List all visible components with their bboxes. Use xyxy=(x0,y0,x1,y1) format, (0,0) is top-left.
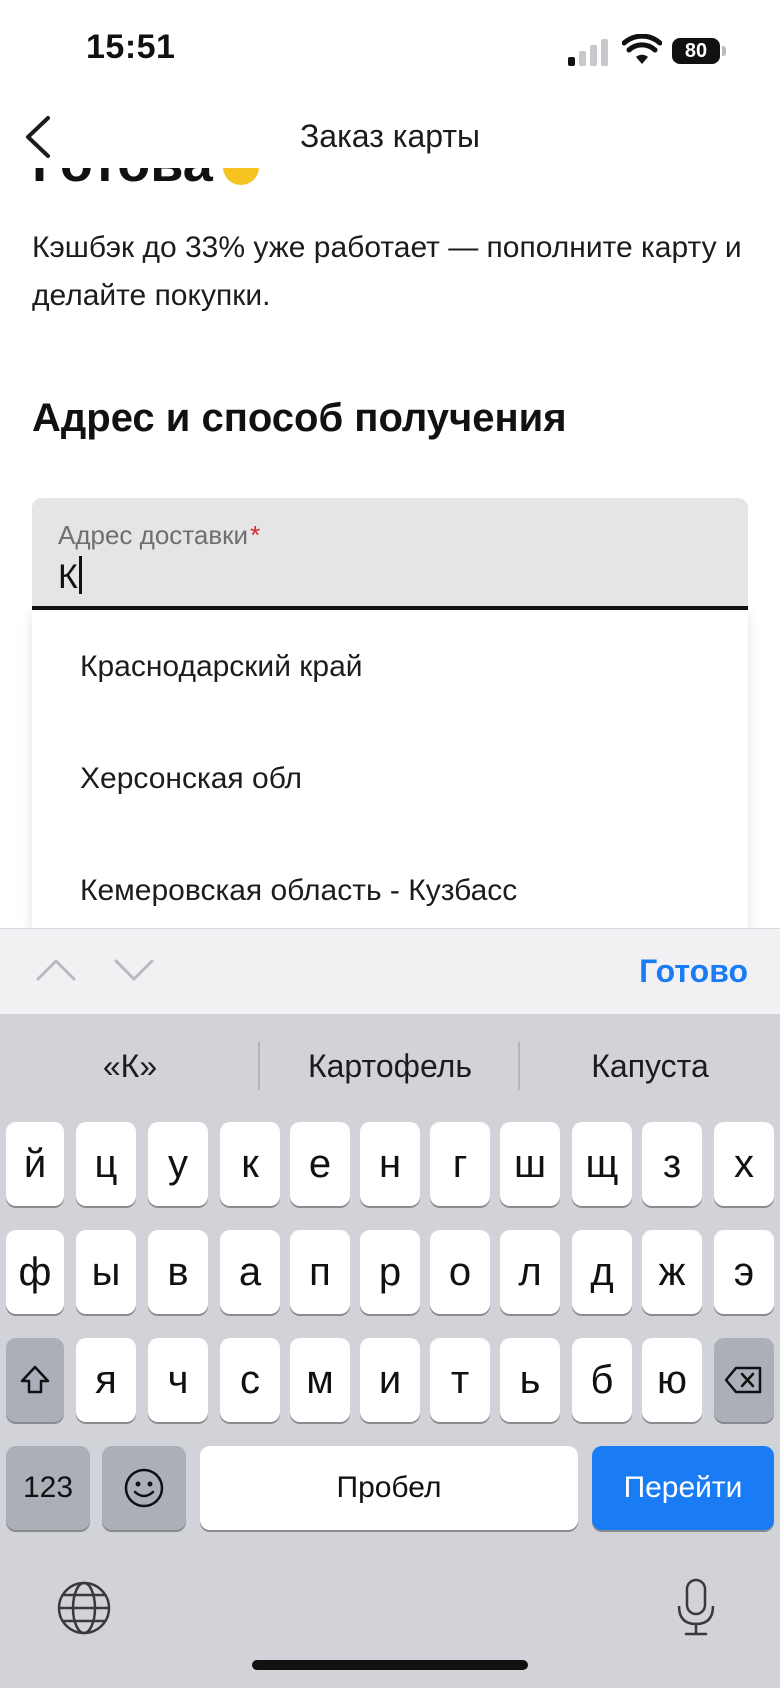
key[interactable]: ю xyxy=(642,1338,702,1422)
keyboard: «К» Картофель Капуста й ц у к е н г ш щ … xyxy=(0,1014,780,1688)
key[interactable]: у xyxy=(148,1122,208,1206)
space-key[interactable]: Пробел xyxy=(200,1446,578,1530)
field-label-text: Адрес доставки xyxy=(58,520,249,550)
cellular-signal-icon xyxy=(568,38,612,66)
prediction-item[interactable]: Капуста xyxy=(530,1048,770,1085)
key[interactable]: й xyxy=(6,1122,64,1206)
numbers-key[interactable]: 123 xyxy=(6,1446,90,1530)
field-label: Адрес доставки* xyxy=(58,520,260,551)
delivery-address-input[interactable]: К xyxy=(58,556,82,597)
key[interactable]: д xyxy=(572,1230,632,1314)
key[interactable]: ф xyxy=(6,1230,64,1314)
suggestions-dropdown: Краснодарский край Херсонская обл Кемеро… xyxy=(32,610,748,930)
key[interactable]: ь xyxy=(500,1338,560,1422)
key[interactable]: ж xyxy=(642,1230,702,1314)
chevron-down-icon[interactable] xyxy=(112,953,156,987)
delivery-address-field[interactable] xyxy=(32,498,748,608)
hero-title-text: Готова xyxy=(32,168,213,193)
battery-level: 80 xyxy=(684,40,708,62)
home-indicator xyxy=(252,1660,528,1670)
key[interactable]: я xyxy=(76,1338,136,1422)
suggestion-item[interactable]: Кемеровская область - Кузбасс xyxy=(80,874,517,908)
key[interactable]: т xyxy=(430,1338,490,1422)
key[interactable]: р xyxy=(360,1230,420,1314)
key[interactable]: ы xyxy=(76,1230,136,1314)
go-button[interactable]: Перейти xyxy=(592,1446,774,1530)
page-title: Заказ карты xyxy=(299,118,481,154)
emoji-icon xyxy=(124,1468,164,1508)
prediction-item[interactable]: «К» xyxy=(10,1048,250,1085)
wifi-icon xyxy=(622,34,662,64)
key[interactable]: ш xyxy=(500,1122,560,1206)
input-value: К xyxy=(58,558,78,596)
status-time: 15:51 xyxy=(86,28,176,66)
key[interactable]: г xyxy=(430,1122,490,1206)
key[interactable]: п xyxy=(290,1230,350,1314)
suggestion-item[interactable]: Херсонская обл xyxy=(80,762,302,796)
key[interactable]: ц xyxy=(76,1122,136,1206)
key[interactable]: ч xyxy=(148,1338,208,1422)
emoji-icon xyxy=(222,168,259,185)
required-mark: * xyxy=(250,520,261,550)
key[interactable]: и xyxy=(360,1338,420,1422)
key[interactable]: щ xyxy=(572,1122,632,1206)
key[interactable]: м xyxy=(290,1338,350,1422)
suggestion-item[interactable]: Краснодарский край xyxy=(80,650,363,684)
shift-key[interactable] xyxy=(6,1338,64,1422)
key[interactable]: з xyxy=(642,1122,702,1206)
keyboard-accessory-bar: Готово xyxy=(0,928,780,1015)
key[interactable]: в xyxy=(148,1230,208,1314)
key[interactable]: а xyxy=(220,1230,280,1314)
hero-title: Готова xyxy=(32,168,259,194)
backspace-icon xyxy=(724,1366,762,1394)
key[interactable]: х xyxy=(714,1122,774,1206)
key[interactable]: о xyxy=(430,1230,490,1314)
shift-icon xyxy=(20,1365,50,1394)
key[interactable]: с xyxy=(220,1338,280,1422)
key[interactable]: е xyxy=(290,1122,350,1206)
key[interactable]: л xyxy=(500,1230,560,1314)
subtitle: Кэшбэк до 33% уже работает — пополните к… xyxy=(32,231,742,312)
backspace-key[interactable] xyxy=(714,1338,774,1422)
prediction-separator xyxy=(258,1042,260,1090)
key[interactable]: к xyxy=(220,1122,280,1206)
battery-icon: 80 xyxy=(672,38,726,64)
prediction-separator xyxy=(518,1042,520,1090)
chevron-up-icon[interactable] xyxy=(34,953,78,987)
key[interactable]: б xyxy=(572,1338,632,1422)
key[interactable]: н xyxy=(360,1122,420,1206)
done-button[interactable]: Готово xyxy=(639,953,748,990)
key[interactable]: э xyxy=(714,1230,774,1314)
prediction-item[interactable]: Картофель xyxy=(270,1048,510,1085)
section-title: Адрес и способ получения xyxy=(32,396,567,440)
globe-icon[interactable] xyxy=(56,1580,112,1636)
mic-icon[interactable] xyxy=(674,1576,718,1640)
text-caret xyxy=(78,556,82,594)
emoji-key[interactable] xyxy=(102,1446,186,1530)
hero-title-clip: Готова xyxy=(0,168,780,208)
